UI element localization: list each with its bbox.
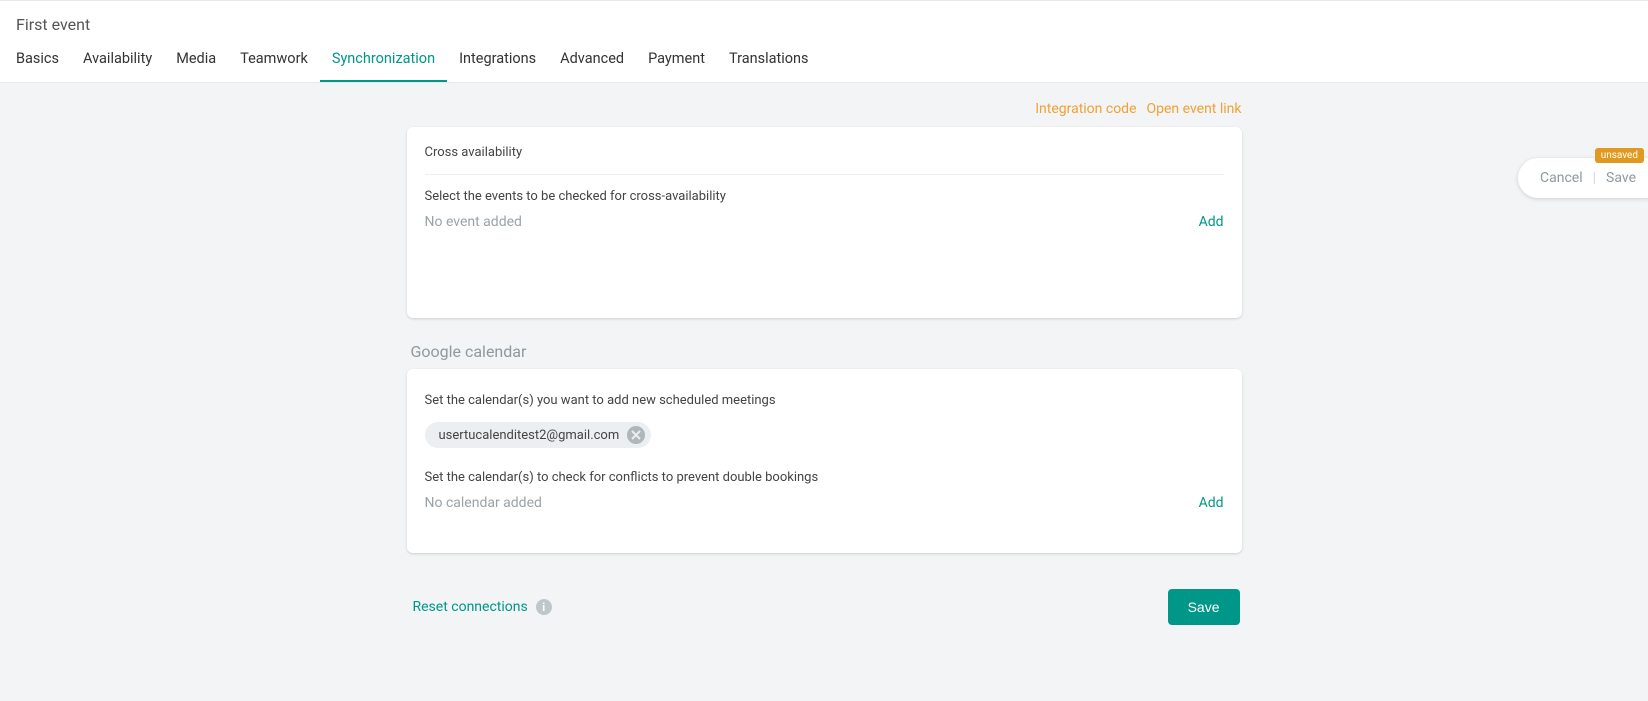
integration-code-link[interactable]: Integration code <box>1035 101 1136 117</box>
gcal-line1: Set the calendar(s) you want to add new … <box>425 393 1224 408</box>
footer-row: Reset connections i Save <box>407 577 1242 625</box>
info-icon: i <box>536 599 552 615</box>
reset-connections-link[interactable]: Reset connections i <box>413 599 552 615</box>
floating-divider: | <box>1593 170 1596 186</box>
reset-connections-label: Reset connections <box>413 599 528 615</box>
header-bar: First event Basics Availability Media Te… <box>0 0 1648 83</box>
tab-media[interactable]: Media <box>164 38 228 82</box>
open-event-link[interactable]: Open event link <box>1147 101 1242 117</box>
unsaved-badge: unsaved <box>1595 148 1644 163</box>
tab-integrations[interactable]: Integrations <box>447 38 548 82</box>
tab-payment[interactable]: Payment <box>636 38 717 82</box>
event-title: First event <box>0 1 1648 38</box>
google-calendar-label: Google calendar <box>411 342 1242 361</box>
cross-availability-subtitle: Select the events to be checked for cros… <box>425 189 1224 204</box>
google-calendar-card: Set the calendar(s) you want to add new … <box>407 369 1242 553</box>
tab-advanced[interactable]: Advanced <box>548 38 636 82</box>
tab-synchronization[interactable]: Synchronization <box>320 38 447 82</box>
gcal-conflict-empty: No calendar added <box>425 495 542 511</box>
tab-availability[interactable]: Availability <box>71 38 164 82</box>
cross-availability-title: Cross availability <box>425 145 1224 175</box>
cross-availability-empty: No event added <box>425 214 522 230</box>
floating-save[interactable]: Save <box>1606 170 1636 186</box>
cross-availability-add[interactable]: Add <box>1199 214 1224 230</box>
gcal-line2: Set the calendar(s) to check for conflic… <box>425 470 1224 485</box>
tab-teamwork[interactable]: Teamwork <box>228 38 320 82</box>
floating-cancel[interactable]: Cancel <box>1540 170 1583 186</box>
tab-translations[interactable]: Translations <box>717 38 821 82</box>
tabs-row: Basics Availability Media Teamwork Synch… <box>0 38 1648 82</box>
calendar-chip-email: usertucalenditest2@gmail.com <box>439 428 620 443</box>
main-content: Integration code Open event link Cross a… <box>407 83 1242 625</box>
save-button[interactable]: Save <box>1168 589 1240 625</box>
tab-basics[interactable]: Basics <box>4 38 71 82</box>
gcal-conflict-row: No calendar added Add <box>425 495 1224 511</box>
calendar-chip: usertucalenditest2@gmail.com <box>425 422 652 448</box>
top-links: Integration code Open event link <box>407 101 1242 117</box>
remove-chip-icon[interactable] <box>627 426 645 444</box>
cross-availability-card: Cross availability Select the events to … <box>407 127 1242 318</box>
gcal-conflict-add[interactable]: Add <box>1199 495 1224 511</box>
cross-availability-row: No event added Add <box>425 214 1224 230</box>
floating-save-pill: Cancel | Save <box>1518 158 1648 198</box>
